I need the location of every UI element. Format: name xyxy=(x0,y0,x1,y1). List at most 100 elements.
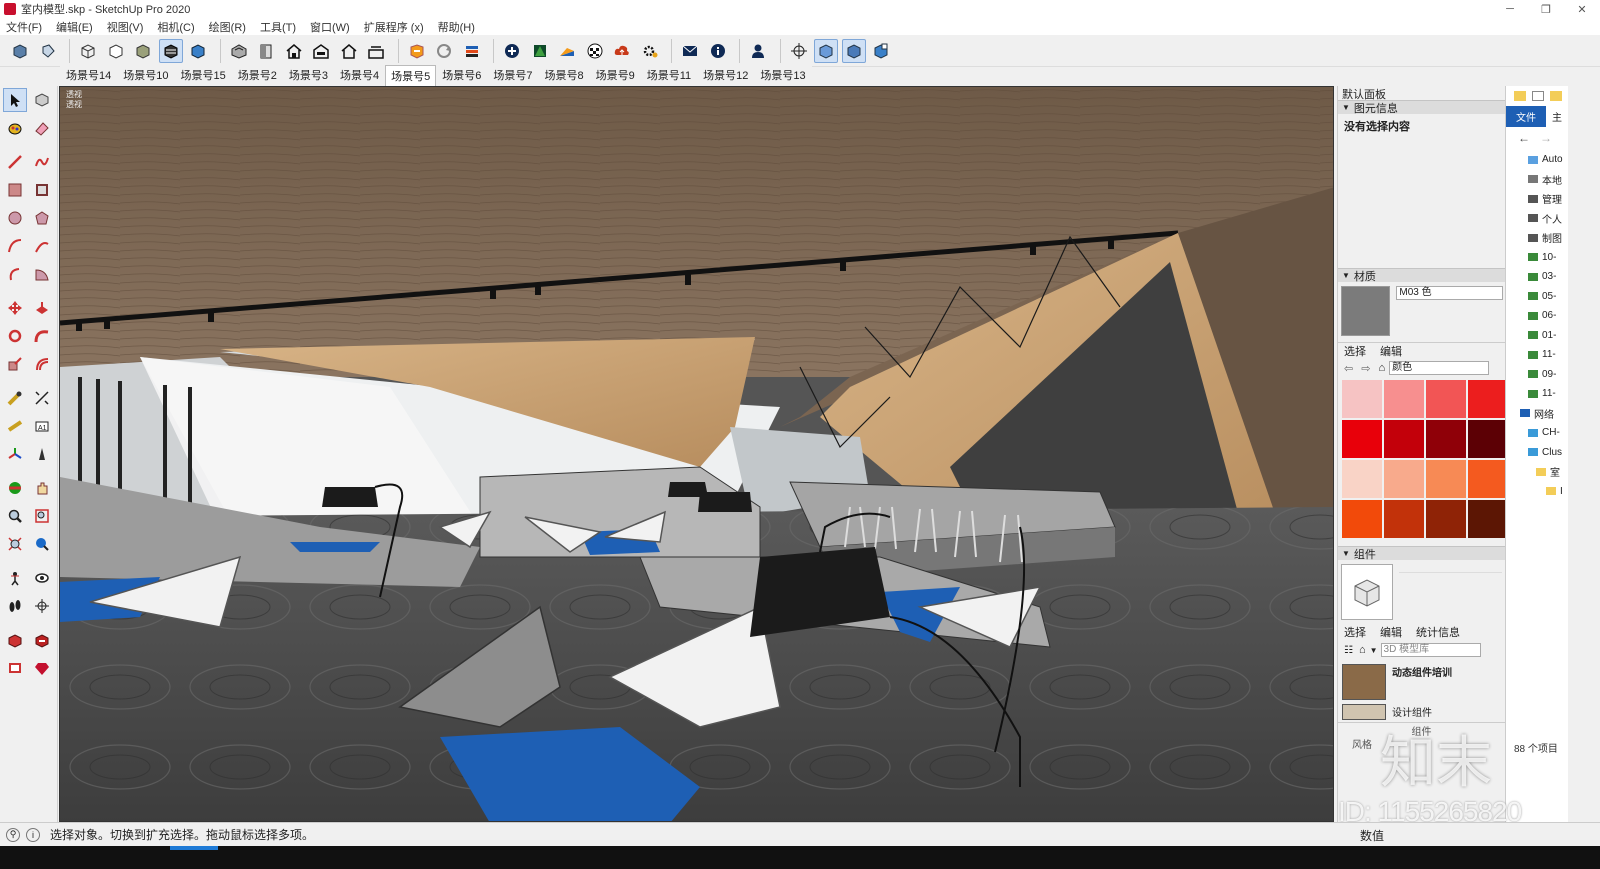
material-swatch[interactable] xyxy=(1384,420,1424,458)
material-swatch[interactable] xyxy=(1342,420,1382,458)
explorer-item[interactable]: Clus xyxy=(1506,443,1568,463)
close-button[interactable]: ✕ xyxy=(1564,0,1600,18)
components-tab-edit[interactable]: 编辑 xyxy=(1380,624,1402,640)
scene-tab[interactable]: 场景号2 xyxy=(231,64,283,86)
rectangle-icon[interactable] xyxy=(3,178,27,202)
menu-extensions[interactable]: 扩展程序 (x) xyxy=(364,19,424,35)
scene-tab-active[interactable]: 场景号5 xyxy=(385,65,437,86)
material-swatch[interactable] xyxy=(1426,460,1466,498)
component-list-item[interactable]: 动态组件培训 xyxy=(1338,660,1505,700)
dimension-icon[interactable] xyxy=(30,386,54,410)
section-plane-tool-icon[interactable] xyxy=(30,594,54,618)
text-tool-icon[interactable]: A1 xyxy=(30,414,54,438)
terrain-icon[interactable] xyxy=(528,39,552,63)
explorer-item[interactable]: 室 xyxy=(1506,462,1568,482)
interior-scene[interactable]: 透视 透视 xyxy=(60,87,1334,822)
walk-icon[interactable] xyxy=(3,594,27,618)
follow-me-icon[interactable] xyxy=(30,324,54,348)
photo-texture-icon[interactable] xyxy=(555,39,579,63)
select-arrow-icon[interactable] xyxy=(3,88,27,112)
explorer-item[interactable]: 09- xyxy=(1506,365,1568,385)
zoom-extents-icon[interactable] xyxy=(3,532,27,556)
backedge-icon[interactable] xyxy=(104,39,128,63)
polygon-icon[interactable] xyxy=(30,206,54,230)
extension-warehouse-icon[interactable] xyxy=(30,628,54,652)
cloud-upload-icon[interactable] xyxy=(610,39,634,63)
geolocation-icon[interactable]: ⚲ xyxy=(6,827,20,842)
explorer-item[interactable]: 06- xyxy=(1506,306,1568,326)
scale-icon[interactable] xyxy=(3,352,27,376)
scene-tab[interactable]: 场景号14 xyxy=(60,64,118,86)
checker-icon[interactable] xyxy=(583,39,607,63)
component-search-input[interactable]: 3D 模型库 xyxy=(1380,643,1481,657)
explorer-item[interactable]: 10- xyxy=(1506,248,1568,268)
section-plane-icon[interactable] xyxy=(787,39,811,63)
material-swatch[interactable] xyxy=(1342,500,1382,538)
circle-icon[interactable] xyxy=(3,206,27,230)
section-display-icon[interactable] xyxy=(814,38,838,63)
rotated-rectangle-icon[interactable] xyxy=(30,178,54,202)
hidden-line-icon[interactable] xyxy=(158,38,183,63)
menu-camera[interactable]: 相机(C) xyxy=(157,19,194,35)
scene-tab[interactable]: 场景号12 xyxy=(697,64,755,86)
forward-arrow-icon[interactable]: → xyxy=(1540,131,1552,145)
left-view-icon[interactable] xyxy=(364,39,388,63)
top-view-icon[interactable] xyxy=(254,39,278,63)
pan-icon[interactable] xyxy=(30,476,54,500)
scene-tab[interactable]: 场景号7 xyxy=(487,64,539,86)
position-camera-icon[interactable] xyxy=(3,566,27,590)
scene-tab[interactable]: 场景号3 xyxy=(282,64,334,86)
explorer-item[interactable]: 11- xyxy=(1506,384,1568,404)
explorer-item[interactable]: 本地 xyxy=(1506,170,1568,190)
material-swatch[interactable] xyxy=(1342,460,1382,498)
material-swatch[interactable] xyxy=(1384,460,1424,498)
scene-tab[interactable]: 场景号15 xyxy=(174,64,232,86)
xray-icon[interactable] xyxy=(76,39,100,63)
explorer-item[interactable]: I xyxy=(1506,482,1568,502)
share-icon[interactable] xyxy=(460,39,484,63)
explorer-item[interactable]: 个人 xyxy=(1506,209,1568,229)
explorer-item[interactable]: 制图 xyxy=(1506,228,1568,248)
push-pull-icon[interactable] xyxy=(30,296,54,320)
component-icon[interactable] xyxy=(8,39,32,63)
make-component-icon[interactable] xyxy=(30,88,54,112)
forward-arrow-icon[interactable]: ⇨ xyxy=(1361,362,1370,375)
sync-icon[interactable] xyxy=(432,39,456,63)
scene-tab[interactable]: 场景号13 xyxy=(754,64,812,86)
shaded-icon[interactable] xyxy=(186,39,210,63)
scene-tab[interactable]: 场景号11 xyxy=(640,64,698,86)
explorer-item[interactable]: 01- xyxy=(1506,326,1568,346)
move-icon[interactable] xyxy=(3,296,27,320)
home-icon[interactable]: ⌂ xyxy=(1378,362,1385,374)
explorer-item[interactable]: CH- xyxy=(1506,423,1568,443)
send-to-layout-icon[interactable] xyxy=(3,656,27,680)
explorer-item[interactable]: 05- xyxy=(1506,287,1568,307)
user-icon[interactable] xyxy=(746,39,770,63)
explorer-item[interactable]: 03- xyxy=(1506,267,1568,287)
back-view-icon[interactable] xyxy=(337,39,361,63)
pie-icon[interactable] xyxy=(30,262,54,286)
mail-icon[interactable] xyxy=(678,39,702,63)
component-preview[interactable] xyxy=(1341,564,1393,620)
home-icon[interactable]: ⌂ xyxy=(1359,644,1366,656)
paint-bucket-icon[interactable] xyxy=(3,116,27,140)
info-icon[interactable]: i xyxy=(26,827,40,842)
iso-view-icon[interactable] xyxy=(227,39,251,63)
back-arrow-icon[interactable]: ← xyxy=(1518,131,1530,145)
menu-help[interactable]: 帮助(H) xyxy=(438,19,475,35)
previous-view-icon[interactable] xyxy=(30,532,54,556)
explorer-tab-file[interactable]: 文件 xyxy=(1506,105,1546,127)
material-swatch[interactable] xyxy=(1426,420,1466,458)
settings-icon[interactable] xyxy=(638,39,662,63)
components-header[interactable]: ▼ 组件 xyxy=(1338,546,1505,561)
freehand-icon[interactable] xyxy=(30,150,54,174)
materials-header[interactable]: ▼ 材质 xyxy=(1338,268,1505,283)
explorer-item[interactable]: 管理 xyxy=(1506,189,1568,209)
wireframe-icon[interactable] xyxy=(131,39,155,63)
line-tool-icon[interactable] xyxy=(3,150,27,174)
back-arrow-icon[interactable]: ⇦ xyxy=(1344,362,1353,375)
material-name-input[interactable]: M03 色 xyxy=(1396,286,1503,300)
material-library-select[interactable]: 颜色 xyxy=(1389,361,1490,375)
section-fill-icon[interactable] xyxy=(869,39,893,63)
offset-icon[interactable] xyxy=(30,352,54,376)
